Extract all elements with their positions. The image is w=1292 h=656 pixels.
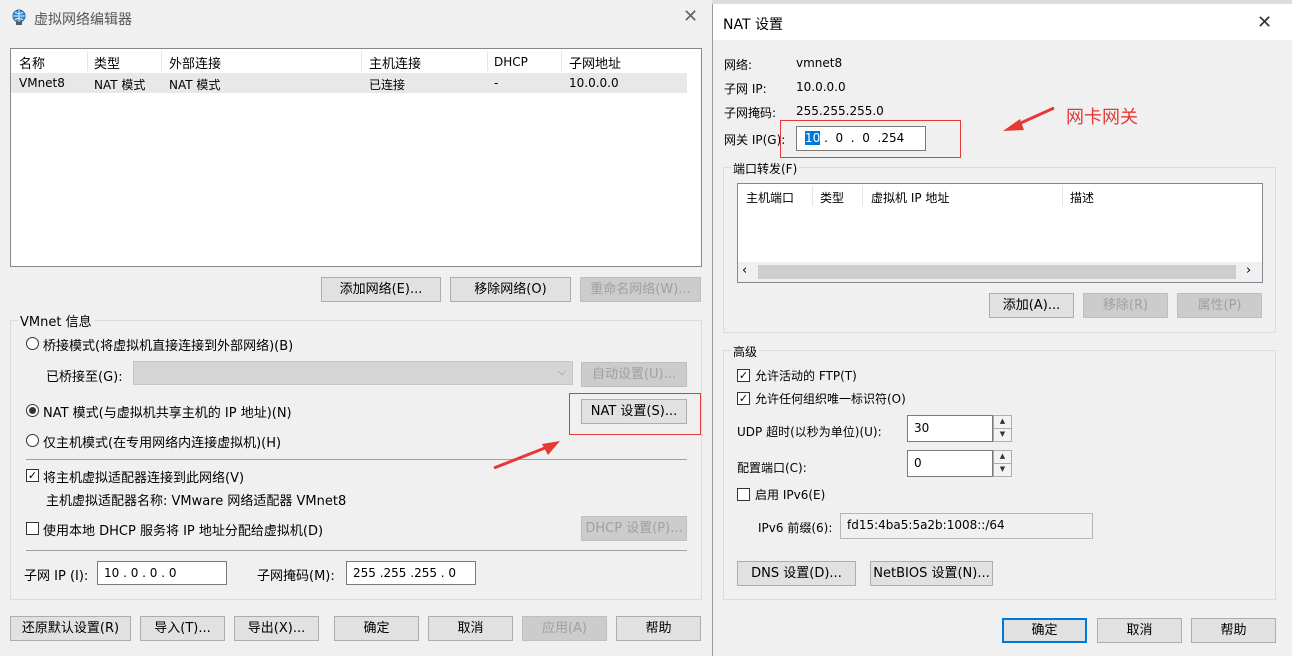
import-button[interactable]: 导入(T)...: [140, 616, 225, 641]
pf-remove-button[interactable]: 移除(R): [1083, 293, 1168, 318]
nat-radio[interactable]: [26, 404, 39, 417]
col-vm-ip[interactable]: 虚拟机 IP 地址: [871, 189, 949, 206]
col-dhcp[interactable]: DHCP: [494, 55, 528, 69]
allow-uid-checkbox[interactable]: ✓: [737, 392, 750, 405]
ok-button[interactable]: 确定: [334, 616, 419, 641]
subnet-ip-value: 10.0.0.0: [796, 80, 846, 94]
remove-network-button[interactable]: 移除网络(O): [450, 277, 571, 302]
col-description[interactable]: 描述: [1070, 189, 1094, 206]
col-subnet[interactable]: 子网地址: [569, 53, 621, 72]
pf-properties-button[interactable]: 属性(P): [1177, 293, 1262, 318]
col-type[interactable]: 类型: [820, 189, 844, 206]
udp-timeout-label: UDP 超时(以秒为单位)(U):: [737, 425, 882, 439]
title-bar: 虚拟网络编辑器 ✕: [0, 0, 712, 36]
bridged-to-label: 已桥接至(G):: [46, 370, 123, 385]
close-icon[interactable]: ✕: [1257, 14, 1272, 32]
subnet-ip-input[interactable]: 10 . 0 . 0 . 0: [97, 561, 227, 585]
scrollbar-thumb[interactable]: [758, 265, 1236, 279]
netbios-settings-button[interactable]: NetBIOS 设置(N)...: [870, 561, 993, 586]
window-title: 虚拟网络编辑器: [34, 12, 132, 28]
subnet-mask-input[interactable]: 255 .255 .255 . 0: [346, 561, 476, 585]
nat-settings-window: NAT 设置 ✕ 网络: vmnet8 子网 IP: 10.0.0.0 子网掩码…: [712, 4, 1292, 656]
apply-button[interactable]: 应用(A): [522, 616, 607, 641]
allow-ftp-checkbox[interactable]: ✓: [737, 369, 750, 382]
nat-label[interactable]: NAT 模式(与虚拟机共享主机的 IP 地址)(N): [43, 402, 292, 421]
subnet-ip-label: 子网 IP:: [724, 82, 767, 96]
vmnet-info-label: VMnet 信息: [18, 311, 94, 330]
adapter-name-text: 主机虚拟适配器名称: VMware 网络适配器 VMnet8: [46, 494, 347, 509]
gateway-label: 网关 IP(G):: [724, 133, 786, 147]
annotation-label: 网卡网关: [1066, 107, 1138, 128]
use-dhcp-label[interactable]: 使用本地 DHCP 服务将 IP 地址分配给虚拟机(D): [43, 520, 323, 539]
subnet-ip-label: 子网 IP (I):: [24, 569, 89, 584]
col-host-port[interactable]: 主机端口: [746, 189, 794, 206]
udp-timeout-input[interactable]: 30: [907, 415, 993, 442]
add-network-button[interactable]: 添加网络(E)...: [321, 277, 441, 302]
udp-timeout-stepper[interactable]: ▲ ▼: [993, 415, 1012, 442]
config-port-input[interactable]: 0: [907, 450, 993, 477]
virtual-network-editor-window: 虚拟网络编辑器 ✕ 名称 类型 外部连接 主机连接 DHCP 子网地址 VMne…: [0, 0, 712, 656]
col-name[interactable]: 名称: [19, 53, 45, 72]
window-title: NAT 设置: [723, 17, 783, 33]
bridged-radio[interactable]: [26, 337, 39, 350]
divider: [26, 550, 687, 551]
subnet-mask-label: 子网掩码(M):: [257, 569, 335, 584]
divider: [26, 459, 687, 460]
network-value: vmnet8: [796, 56, 843, 70]
allow-ftp-label[interactable]: 允许活动的 FTP(T): [755, 367, 857, 384]
ok-button[interactable]: 确定: [1002, 618, 1087, 643]
pf-add-button[interactable]: 添加(A)...: [989, 293, 1074, 318]
gateway-highlight: [780, 120, 961, 158]
ipv6-prefix-input[interactable]: fd15:4ba5:5a2b:1008::/64: [840, 513, 1093, 539]
subnet-mask-label: 子网掩码:: [724, 106, 777, 120]
col-external[interactable]: 外部连接: [169, 53, 221, 72]
close-icon[interactable]: ✕: [683, 8, 698, 26]
cancel-button[interactable]: 取消: [428, 616, 513, 641]
globe-icon: [10, 8, 28, 26]
annotation-arrow-icon: [493, 441, 560, 470]
network-label: 网络:: [724, 58, 753, 72]
port-forward-table[interactable]: 主机端口 类型 虚拟机 IP 地址 描述 ‹ ›: [737, 183, 1263, 283]
port-forward-label: 端口转发(F): [731, 160, 800, 177]
config-port-label: 配置端口(C):: [737, 461, 807, 475]
config-port-stepper[interactable]: ▲ ▼: [993, 450, 1012, 477]
bridged-label[interactable]: 桥接模式(将虚拟机直接连接到外部网络)(B): [43, 335, 293, 354]
auto-settings-button[interactable]: 自动设置(U)...: [581, 362, 687, 387]
use-dhcp-checkbox[interactable]: [26, 522, 39, 535]
scroll-left-icon[interactable]: ‹: [742, 263, 747, 278]
help-button[interactable]: 帮助: [616, 616, 701, 641]
advanced-label: 高级: [731, 343, 760, 360]
subnet-mask-value: 255.255.255.0: [796, 104, 884, 118]
annotation-arrow-icon: [1003, 106, 1055, 131]
bridged-to-select[interactable]: ⌵: [133, 361, 573, 385]
scroll-right-icon[interactable]: ›: [1246, 263, 1251, 278]
table-row[interactable]: VMnet8 NAT 模式 NAT 模式 已连接 - 10.0.0.0: [11, 73, 687, 93]
rename-network-button[interactable]: 重命名网络(W)...: [580, 277, 701, 302]
host-only-radio[interactable]: [26, 434, 39, 447]
table-header: 名称 类型 外部连接 主机连接 DHCP 子网地址: [11, 49, 687, 74]
chevron-down-icon: ⌵: [557, 365, 566, 378]
cancel-button[interactable]: 取消: [1097, 618, 1182, 643]
network-table[interactable]: 名称 类型 外部连接 主机连接 DHCP 子网地址 VMnet8 NAT 模式 …: [10, 48, 702, 267]
title-bar: NAT 设置 ✕: [713, 4, 1292, 40]
enable-ipv6-checkbox[interactable]: [737, 488, 750, 501]
horizontal-scrollbar[interactable]: ‹ ›: [738, 262, 1262, 282]
ipv6-prefix-label: IPv6 前缀(6):: [758, 521, 833, 535]
help-button[interactable]: 帮助: [1191, 618, 1276, 643]
dns-settings-button[interactable]: DNS 设置(D)...: [737, 561, 856, 586]
restore-defaults-button[interactable]: 还原默认设置(R): [10, 616, 131, 641]
host-only-label[interactable]: 仅主机模式(在专用网络内连接虚拟机)(H): [43, 432, 281, 451]
connect-adapter-label[interactable]: 将主机虚拟适配器连接到此网络(V): [43, 467, 244, 486]
connect-adapter-checkbox[interactable]: ✓: [26, 469, 39, 482]
export-button[interactable]: 导出(X)...: [234, 616, 319, 641]
col-type[interactable]: 类型: [94, 53, 120, 72]
enable-ipv6-label[interactable]: 启用 IPv6(E): [755, 486, 825, 503]
col-host[interactable]: 主机连接: [369, 53, 421, 72]
allow-uid-label[interactable]: 允许任何组织唯一标识符(O): [755, 390, 906, 407]
dhcp-settings-button[interactable]: DHCP 设置(P)...: [581, 516, 687, 541]
nat-settings-button[interactable]: NAT 设置(S)...: [581, 399, 687, 424]
